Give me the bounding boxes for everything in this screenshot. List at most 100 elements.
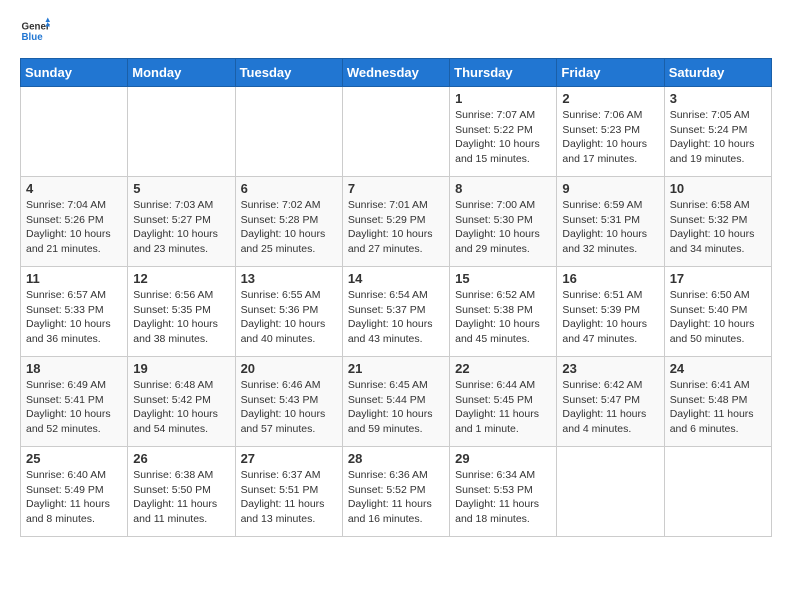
weekday-header-monday: Monday — [128, 59, 235, 87]
day-info: Sunrise: 6:36 AM Sunset: 5:52 PM Dayligh… — [348, 468, 444, 527]
day-number: 15 — [455, 271, 551, 286]
day-number: 22 — [455, 361, 551, 376]
header: General Blue — [20, 16, 772, 46]
day-info: Sunrise: 7:01 AM Sunset: 5:29 PM Dayligh… — [348, 198, 444, 257]
calendar-cell: 17 Sunrise: 6:50 AM Sunset: 5:40 PM Dayli… — [664, 267, 771, 357]
day-number: 16 — [562, 271, 658, 286]
day-number: 1 — [455, 91, 551, 106]
day-info: Sunrise: 6:37 AM Sunset: 5:51 PM Dayligh… — [241, 468, 337, 527]
day-info: Sunrise: 7:06 AM Sunset: 5:23 PM Dayligh… — [562, 108, 658, 167]
day-number: 7 — [348, 181, 444, 196]
weekday-header-saturday: Saturday — [664, 59, 771, 87]
calendar-cell: 16 Sunrise: 6:51 AM Sunset: 5:39 PM Dayli… — [557, 267, 664, 357]
day-number: 21 — [348, 361, 444, 376]
day-number: 26 — [133, 451, 229, 466]
day-number: 8 — [455, 181, 551, 196]
day-info: Sunrise: 6:54 AM Sunset: 5:37 PM Dayligh… — [348, 288, 444, 347]
calendar-body: 1 Sunrise: 7:07 AM Sunset: 5:22 PM Daylig… — [21, 87, 772, 537]
day-info: Sunrise: 6:55 AM Sunset: 5:36 PM Dayligh… — [241, 288, 337, 347]
calendar-cell: 28Sunrise: 6:36 AM Sunset: 5:52 PM Dayli… — [342, 447, 449, 537]
week-row-5: 25 Sunrise: 6:40 AM Sunset: 5:49 PM Dayli… — [21, 447, 772, 537]
weekday-row: SundayMondayTuesdayWednesdayThursdayFrid… — [21, 59, 772, 87]
day-info: Sunrise: 6:40 AM Sunset: 5:49 PM Dayligh… — [26, 468, 122, 527]
weekday-header-thursday: Thursday — [450, 59, 557, 87]
calendar-cell: 3 Sunrise: 7:05 AM Sunset: 5:24 PM Daylig… — [664, 87, 771, 177]
day-info: Sunrise: 7:07 AM Sunset: 5:22 PM Dayligh… — [455, 108, 551, 167]
calendar-cell — [664, 447, 771, 537]
day-info: Sunrise: 6:49 AM Sunset: 5:41 PM Dayligh… — [26, 378, 122, 437]
calendar-cell: 1 Sunrise: 7:07 AM Sunset: 5:22 PM Daylig… — [450, 87, 557, 177]
calendar-cell: 8Sunrise: 7:00 AM Sunset: 5:30 PM Daylig… — [450, 177, 557, 267]
calendar-cell: 6 Sunrise: 7:02 AM Sunset: 5:28 PM Daylig… — [235, 177, 342, 267]
day-number: 24 — [670, 361, 766, 376]
calendar-cell: 25 Sunrise: 6:40 AM Sunset: 5:49 PM Dayli… — [21, 447, 128, 537]
calendar-cell: 23 Sunrise: 6:42 AM Sunset: 5:47 PM Dayli… — [557, 357, 664, 447]
svg-text:General: General — [22, 22, 51, 33]
day-number: 6 — [241, 181, 337, 196]
calendar-cell — [235, 87, 342, 177]
calendar-cell: 21 Sunrise: 6:45 AM Sunset: 5:44 PM Dayli… — [342, 357, 449, 447]
calendar-cell: 11 Sunrise: 6:57 AM Sunset: 5:33 PM Dayli… — [21, 267, 128, 357]
day-info: Sunrise: 6:58 AM Sunset: 5:32 PM Dayligh… — [670, 198, 766, 257]
day-info: Sunrise: 6:44 AM Sunset: 5:45 PM Dayligh… — [455, 378, 551, 437]
day-number: 2 — [562, 91, 658, 106]
day-info: Sunrise: 6:48 AM Sunset: 5:42 PM Dayligh… — [133, 378, 229, 437]
day-info: Sunrise: 6:51 AM Sunset: 5:39 PM Dayligh… — [562, 288, 658, 347]
calendar-cell: 7 Sunrise: 7:01 AM Sunset: 5:29 PM Daylig… — [342, 177, 449, 267]
day-number: 13 — [241, 271, 337, 286]
day-info: Sunrise: 6:46 AM Sunset: 5:43 PM Dayligh… — [241, 378, 337, 437]
day-number: 19 — [133, 361, 229, 376]
weekday-header-wednesday: Wednesday — [342, 59, 449, 87]
calendar-cell: 20 Sunrise: 6:46 AM Sunset: 5:43 PM Dayli… — [235, 357, 342, 447]
calendar-cell: 18Sunrise: 6:49 AM Sunset: 5:41 PM Dayli… — [21, 357, 128, 447]
day-info: Sunrise: 6:56 AM Sunset: 5:35 PM Dayligh… — [133, 288, 229, 347]
calendar-cell: 9Sunrise: 6:59 AM Sunset: 5:31 PM Daylig… — [557, 177, 664, 267]
day-number: 3 — [670, 91, 766, 106]
day-info: Sunrise: 6:50 AM Sunset: 5:40 PM Dayligh… — [670, 288, 766, 347]
calendar-cell: 5 Sunrise: 7:03 AM Sunset: 5:27 PM Daylig… — [128, 177, 235, 267]
day-number: 25 — [26, 451, 122, 466]
day-number: 20 — [241, 361, 337, 376]
day-info: Sunrise: 6:38 AM Sunset: 5:50 PM Dayligh… — [133, 468, 229, 527]
day-number: 29 — [455, 451, 551, 466]
weekday-header-sunday: Sunday — [21, 59, 128, 87]
calendar-cell — [342, 87, 449, 177]
day-info: Sunrise: 6:57 AM Sunset: 5:33 PM Dayligh… — [26, 288, 122, 347]
calendar-cell: 14Sunrise: 6:54 AM Sunset: 5:37 PM Dayli… — [342, 267, 449, 357]
logo: General Blue — [20, 16, 50, 46]
day-info: Sunrise: 6:59 AM Sunset: 5:31 PM Dayligh… — [562, 198, 658, 257]
svg-text:Blue: Blue — [22, 32, 44, 43]
calendar-cell — [557, 447, 664, 537]
day-number: 5 — [133, 181, 229, 196]
day-info: Sunrise: 6:34 AM Sunset: 5:53 PM Dayligh… — [455, 468, 551, 527]
week-row-1: 1 Sunrise: 7:07 AM Sunset: 5:22 PM Daylig… — [21, 87, 772, 177]
calendar-cell: 12Sunrise: 6:56 AM Sunset: 5:35 PM Dayli… — [128, 267, 235, 357]
calendar-cell: 26 Sunrise: 6:38 AM Sunset: 5:50 PM Dayli… — [128, 447, 235, 537]
day-info: Sunrise: 7:05 AM Sunset: 5:24 PM Dayligh… — [670, 108, 766, 167]
day-number: 23 — [562, 361, 658, 376]
day-number: 17 — [670, 271, 766, 286]
day-info: Sunrise: 6:45 AM Sunset: 5:44 PM Dayligh… — [348, 378, 444, 437]
calendar-cell: 22 Sunrise: 6:44 AM Sunset: 5:45 PM Dayli… — [450, 357, 557, 447]
calendar-cell: 29 Sunrise: 6:34 AM Sunset: 5:53 PM Dayli… — [450, 447, 557, 537]
week-row-2: 4Sunrise: 7:04 AM Sunset: 5:26 PM Daylig… — [21, 177, 772, 267]
weekday-header-friday: Friday — [557, 59, 664, 87]
calendar-cell: 10 Sunrise: 6:58 AM Sunset: 5:32 PM Dayli… — [664, 177, 771, 267]
day-info: Sunrise: 7:02 AM Sunset: 5:28 PM Dayligh… — [241, 198, 337, 257]
day-info: Sunrise: 6:41 AM Sunset: 5:48 PM Dayligh… — [670, 378, 766, 437]
calendar-table: SundayMondayTuesdayWednesdayThursdayFrid… — [20, 58, 772, 537]
calendar-cell: 19 Sunrise: 6:48 AM Sunset: 5:42 PM Dayli… — [128, 357, 235, 447]
calendar-cell — [128, 87, 235, 177]
calendar-header: SundayMondayTuesdayWednesdayThursdayFrid… — [21, 59, 772, 87]
calendar-cell — [21, 87, 128, 177]
calendar-cell: 2 Sunrise: 7:06 AM Sunset: 5:23 PM Daylig… — [557, 87, 664, 177]
day-number: 11 — [26, 271, 122, 286]
day-info: Sunrise: 7:03 AM Sunset: 5:27 PM Dayligh… — [133, 198, 229, 257]
day-info: Sunrise: 6:42 AM Sunset: 5:47 PM Dayligh… — [562, 378, 658, 437]
logo-icon: General Blue — [20, 16, 50, 46]
day-number: 10 — [670, 181, 766, 196]
calendar-cell: 13 Sunrise: 6:55 AM Sunset: 5:36 PM Dayli… — [235, 267, 342, 357]
calendar-cell: 27Sunrise: 6:37 AM Sunset: 5:51 PM Dayli… — [235, 447, 342, 537]
day-number: 4 — [26, 181, 122, 196]
calendar-cell: 15Sunrise: 6:52 AM Sunset: 5:38 PM Dayli… — [450, 267, 557, 357]
